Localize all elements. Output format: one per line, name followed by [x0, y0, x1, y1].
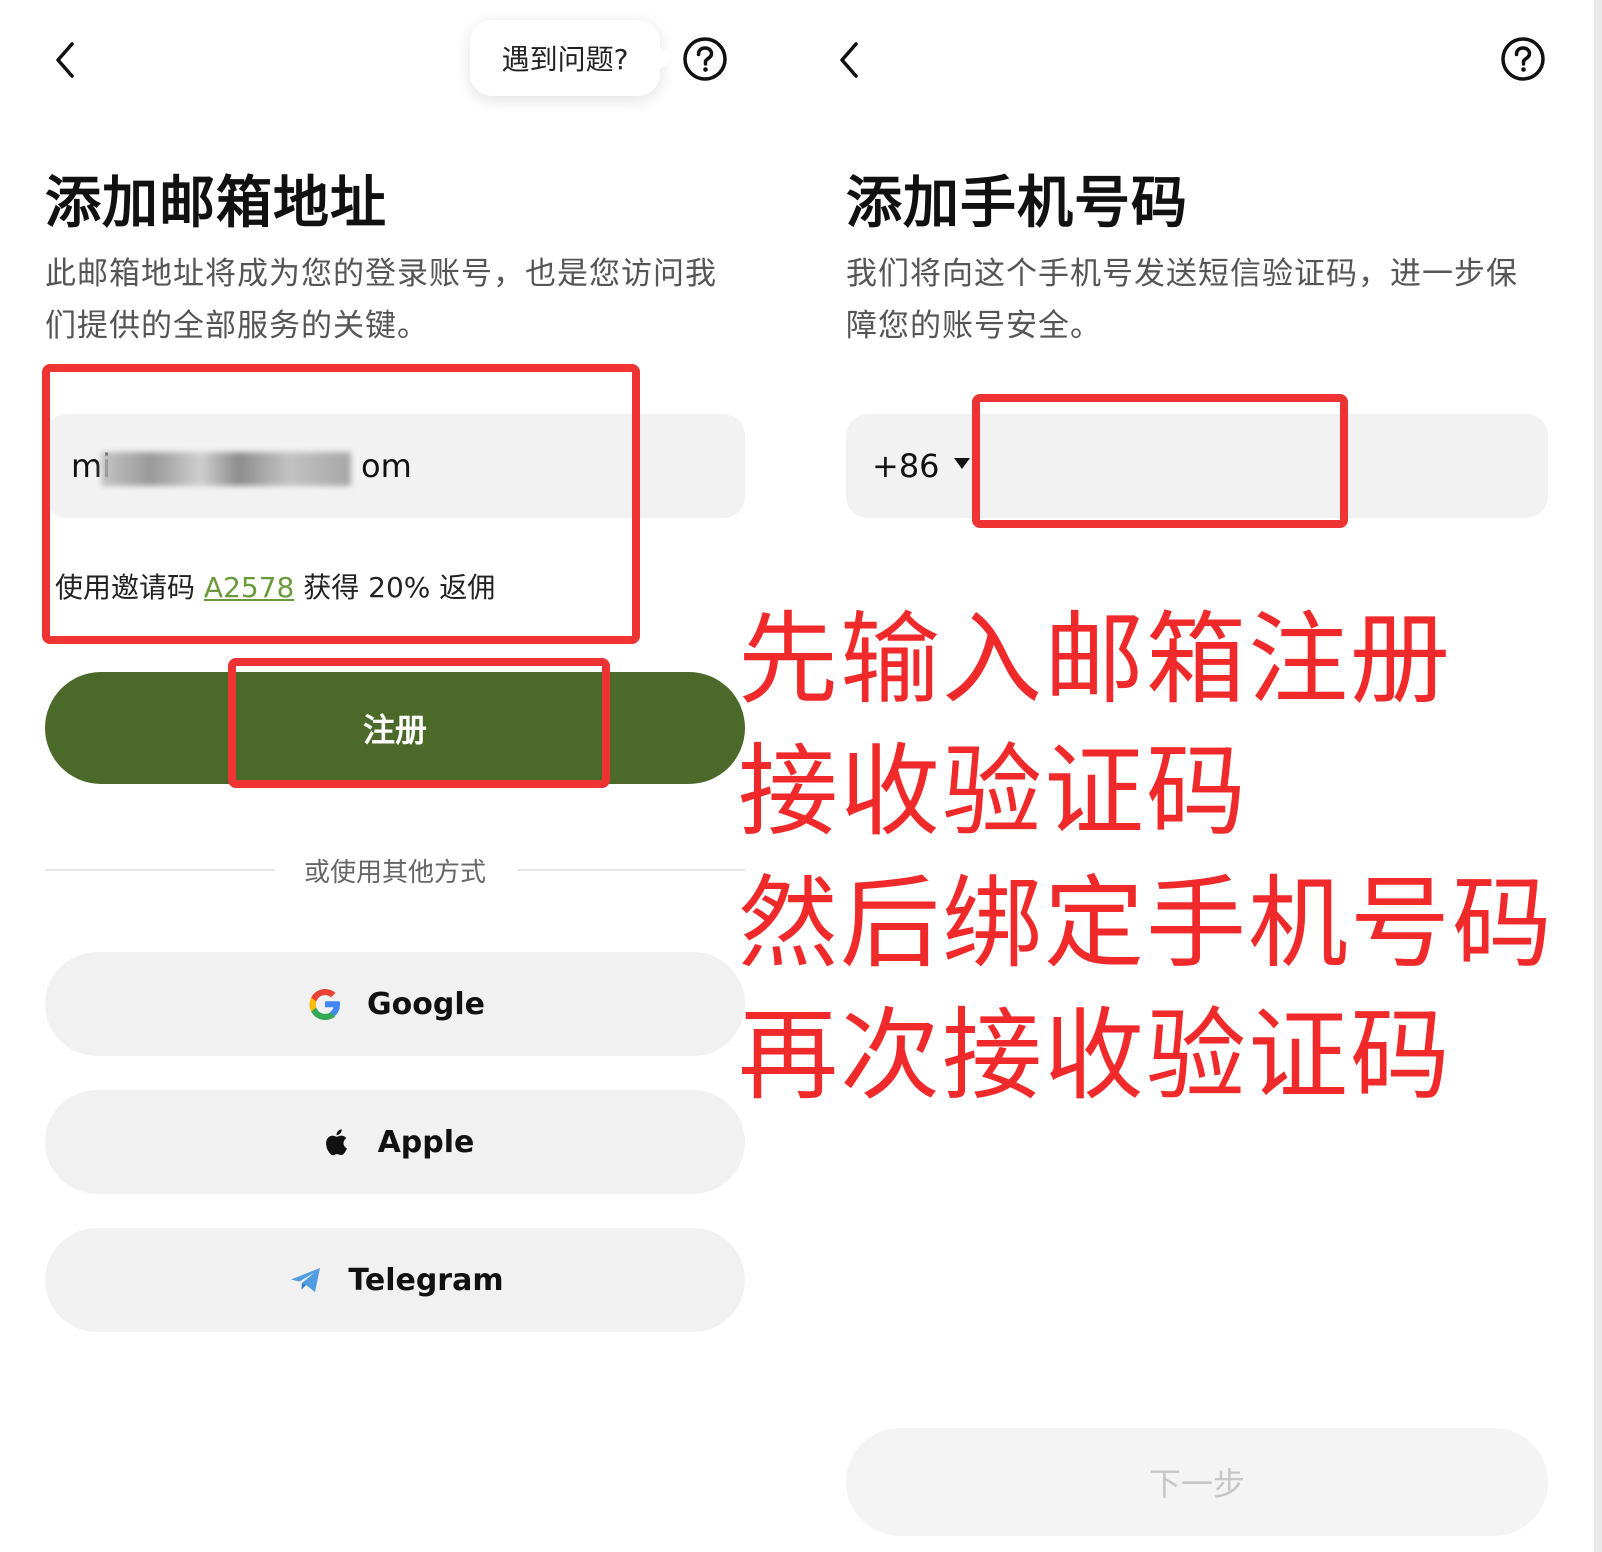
back-button[interactable] [48, 36, 88, 84]
invite-prefix: 使用邀请码 [55, 571, 196, 604]
google-icon [305, 984, 345, 1024]
page-description: 我们将向这个手机号发送短信验证码，进一步保障您的账号安全。 [846, 256, 1518, 344]
apple-login-button[interactable]: Apple [45, 1090, 745, 1194]
help-button[interactable] [682, 36, 728, 82]
email-redacted-blur [101, 452, 351, 486]
phone-input[interactable]: +86 [846, 414, 1548, 518]
apple-label: Apple [377, 1124, 475, 1160]
country-code-select[interactable]: +86 [872, 414, 940, 518]
annotation-line-3: 然后绑定手机号码 [738, 865, 1554, 982]
email-signup-panel: 遇到问题? 添加邮箱地址 此邮箱地址将成为您的登录账号，也是您访问我们提供的全部… [0, 0, 790, 1552]
invite-suffix: 获得 20% 返佣 [303, 571, 496, 604]
apple-icon [316, 1122, 356, 1162]
invite-code-link[interactable]: A2578 [204, 571, 294, 604]
annotation-line-4: 再次接收验证码 [738, 997, 1452, 1114]
caret-down-icon [954, 458, 970, 469]
back-button[interactable] [832, 36, 872, 84]
register-button[interactable]: 注册 [45, 672, 745, 784]
divider-label: 或使用其他方式 [283, 858, 506, 888]
google-login-button[interactable]: Google [45, 952, 745, 1056]
help-tooltip: 遇到问题? [470, 20, 676, 96]
next-step-button[interactable]: 下一步 [846, 1428, 1548, 1536]
annotation-line-1: 先输入邮箱注册 [738, 601, 1452, 718]
alt-methods-divider: 或使用其他方式 [45, 852, 745, 889]
email-input[interactable]: mi om [45, 414, 745, 518]
invite-code-line: 使用邀请码 A2578 获得 20% 返佣 [55, 566, 495, 606]
telegram-login-button[interactable]: Telegram [45, 1228, 745, 1332]
page-description: 此邮箱地址将成为您的登录账号，也是您访问我们提供的全部服务的关键。 [45, 256, 717, 344]
telegram-label: Telegram [348, 1262, 504, 1298]
google-label: Google [367, 986, 485, 1022]
page-title: 添加手机号码 [846, 171, 1188, 236]
scrollbar-track[interactable] [1594, 0, 1602, 1552]
chevron-left-icon [840, 42, 858, 78]
annotation-line-2: 接收验证码 [738, 733, 1248, 850]
chevron-left-icon [56, 42, 74, 78]
help-button[interactable] [1500, 36, 1546, 82]
question-circle-icon [683, 37, 727, 81]
question-circle-icon [1501, 37, 1545, 81]
email-value-suffix: om [361, 447, 412, 485]
page-title: 添加邮箱地址 [45, 171, 387, 236]
telegram-icon [286, 1260, 326, 1300]
